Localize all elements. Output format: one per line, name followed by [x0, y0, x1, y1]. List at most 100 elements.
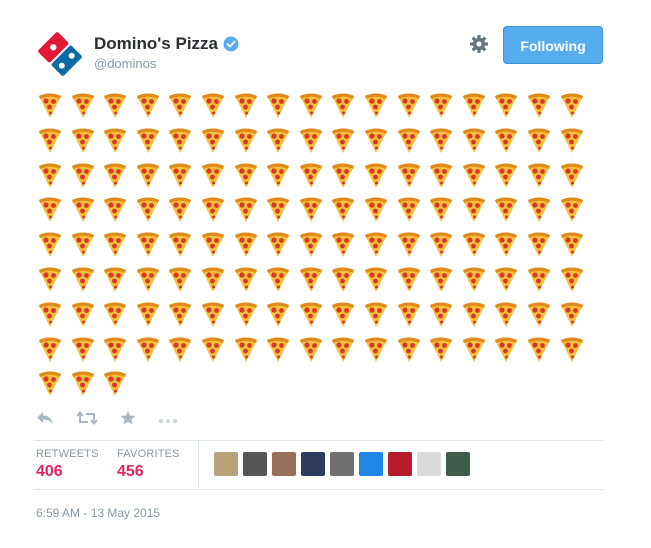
pizza-icon: [396, 195, 422, 223]
pizza-icon: [233, 91, 259, 119]
pizza-icon: [70, 195, 96, 223]
pizza-icon: [330, 161, 356, 189]
pizza-icon: [37, 369, 63, 397]
pizza-icon: [396, 91, 422, 119]
pizza-icon: [493, 265, 519, 293]
pizza-icon: [493, 195, 519, 223]
pizza-icon: [363, 126, 389, 154]
pizza-icon: [493, 300, 519, 328]
pizza-icon: [396, 126, 422, 154]
pizza-icon: [428, 300, 454, 328]
favoriter-avatar[interactable]: [301, 452, 325, 476]
pizza-icon: [37, 195, 63, 223]
pizza-icon: [135, 265, 161, 293]
pizza-icon: [298, 335, 324, 363]
pizza-icon: [233, 161, 259, 189]
more-icon[interactable]: [158, 411, 178, 429]
pizza-icon: [167, 126, 193, 154]
pizza-icon: [167, 195, 193, 223]
pizza-icon: [526, 300, 552, 328]
pizza-icon: [461, 161, 487, 189]
pizza-icon: [493, 91, 519, 119]
pizza-icon: [200, 335, 226, 363]
pizza-icon: [102, 195, 128, 223]
favoriter-avatar[interactable]: [243, 452, 267, 476]
pizza-icon: [102, 126, 128, 154]
pizza-icon: [200, 161, 226, 189]
pizza-icon: [233, 230, 259, 258]
favoriter-avatar[interactable]: [417, 452, 441, 476]
pizza-icon: [37, 161, 63, 189]
pizza-icon: [135, 161, 161, 189]
pizza-icon: [298, 300, 324, 328]
pizza-icon: [167, 265, 193, 293]
pizza-icon: [200, 265, 226, 293]
pizza-icon: [265, 161, 291, 189]
pizza-icon: [70, 126, 96, 154]
pizza-icon: [265, 91, 291, 119]
favoriter-avatar[interactable]: [388, 452, 412, 476]
pizza-icon: [559, 335, 585, 363]
pizza-icon: [461, 126, 487, 154]
favoriter-avatar[interactable]: [446, 452, 470, 476]
pizza-icon: [461, 195, 487, 223]
favoriter-avatar[interactable]: [272, 452, 296, 476]
display-name[interactable]: Domino's Pizza: [94, 34, 218, 54]
retweets-stat[interactable]: RETWEETS 406: [36, 448, 99, 481]
pizza-icon: [70, 91, 96, 119]
tweet-timestamp[interactable]: 6:59 AM - 13 May 2015: [36, 506, 160, 520]
pizza-icon: [200, 91, 226, 119]
pizza-icon: [428, 335, 454, 363]
pizza-icon: [559, 195, 585, 223]
pizza-icon: [298, 126, 324, 154]
pizza-icon: [461, 230, 487, 258]
favoriter-avatar[interactable]: [330, 452, 354, 476]
favoriter-avatar[interactable]: [359, 452, 383, 476]
favoriter-avatar[interactable]: [214, 452, 238, 476]
pizza-icon: [167, 230, 193, 258]
stats-bottom-divider: [34, 489, 603, 490]
pizza-icon: [461, 300, 487, 328]
user-handle[interactable]: @dominos: [94, 56, 156, 71]
retweet-icon[interactable]: [76, 410, 98, 430]
pizza-icon: [461, 91, 487, 119]
pizza-icon: [167, 335, 193, 363]
pizza-icon: [526, 91, 552, 119]
pizza-icon: [233, 300, 259, 328]
pizza-icon: [493, 335, 519, 363]
pizza-icon: [102, 91, 128, 119]
pizza-icon: [526, 335, 552, 363]
pizza-icon: [200, 195, 226, 223]
pizza-icon: [363, 300, 389, 328]
gear-icon[interactable]: [469, 34, 489, 54]
pizza-icon: [102, 369, 128, 397]
pizza-icon: [396, 265, 422, 293]
pizza-icon: [135, 335, 161, 363]
pizza-icon: [330, 265, 356, 293]
pizza-icon: [559, 300, 585, 328]
pizza-icon: [493, 161, 519, 189]
pizza-icon: [298, 195, 324, 223]
tweet-text-pizza-emojis: [37, 91, 597, 401]
verified-badge-icon: [223, 36, 239, 52]
pizza-icon: [233, 126, 259, 154]
pizza-icon: [37, 300, 63, 328]
pizza-icon: [135, 91, 161, 119]
pizza-icon: [526, 126, 552, 154]
favorites-label: FAVORITES: [117, 448, 180, 460]
reply-icon[interactable]: [36, 411, 54, 430]
tweet-actions: [36, 410, 200, 430]
pizza-icon: [363, 230, 389, 258]
pizza-icon: [233, 335, 259, 363]
pizza-icon: [70, 300, 96, 328]
favorite-icon[interactable]: [120, 410, 136, 431]
pizza-icon: [526, 161, 552, 189]
dominos-logo[interactable]: [36, 30, 84, 78]
pizza-icon: [135, 300, 161, 328]
favorites-stat[interactable]: FAVORITES 456: [117, 448, 180, 481]
following-button[interactable]: Following: [503, 26, 603, 64]
pizza-icon: [102, 161, 128, 189]
pizza-icon: [559, 265, 585, 293]
pizza-icon: [526, 195, 552, 223]
pizza-icon: [330, 91, 356, 119]
